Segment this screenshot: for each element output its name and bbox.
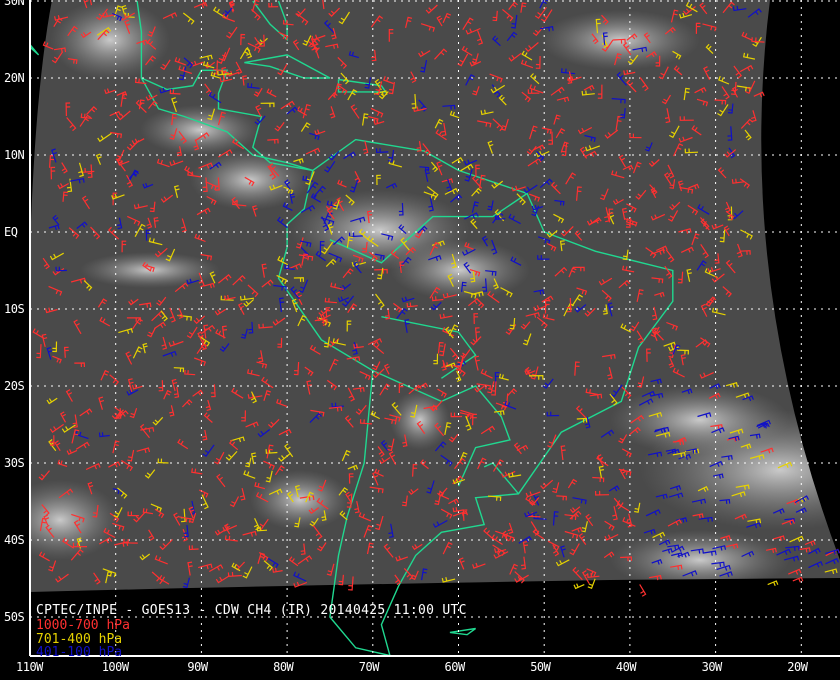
map-title: CPTEC/INPE - GOES13 - CDW CH4 (IR) 20140… — [36, 603, 467, 618]
lat-label: 10S — [4, 302, 25, 316]
lat-label: 10N — [4, 148, 25, 162]
lon-label: 30W — [701, 660, 723, 674]
satellite-wind-map: 30N 20N 10N EQ 10S 20S 30S 40S 50S 110W 100W 90W 80… — [0, 0, 840, 680]
lon-label: 40W — [615, 660, 637, 674]
lon-label: 50W — [530, 660, 551, 674]
lat-label: EQ — [4, 225, 18, 239]
lat-label: 50S — [4, 610, 25, 624]
lon-label: 60W — [444, 660, 466, 674]
lat-label: 30N — [4, 0, 25, 8]
cloud — [50, 0, 170, 80]
wind-barb — [639, 584, 647, 597]
lon-label: 110W — [16, 660, 43, 674]
lat-label: 40S — [4, 533, 25, 547]
lon-label: 100W — [101, 660, 129, 674]
lon-label: 80W — [273, 660, 294, 674]
lon-label: 70W — [358, 660, 380, 674]
lon-label: 20W — [787, 660, 808, 674]
lon-label: 90W — [187, 660, 208, 674]
falklands-coast — [449, 627, 477, 636]
lat-label: 30S — [4, 456, 25, 470]
cloud — [610, 385, 790, 455]
map-canvas — [0, 0, 840, 680]
wind-barb — [767, 580, 779, 587]
lat-label: 20N — [4, 71, 25, 85]
legend-high-level: 401-100 hPa — [36, 645, 123, 660]
legend-low-level: 1000-700 hPa — [36, 618, 130, 633]
lat-label: 20S — [4, 379, 25, 393]
cloud — [610, 530, 790, 590]
wind-barb — [573, 583, 585, 590]
